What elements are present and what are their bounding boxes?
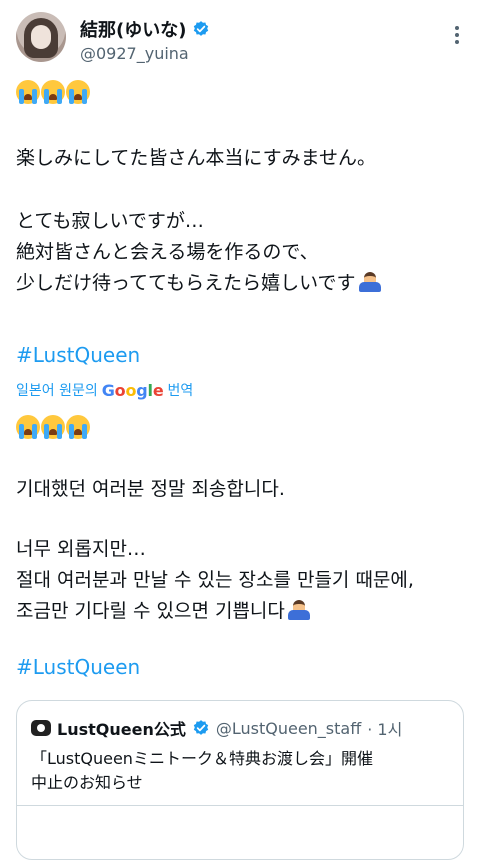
translated-suffix: 번역: [167, 383, 194, 399]
tweet-text-ko-1: 기대했던 여러분 정말 죄송합니다.: [16, 478, 285, 500]
loudly-crying-face-icon: [16, 80, 40, 104]
quoted-display-name[interactable]: LustQueen公式: [57, 716, 186, 740]
hashtag-link[interactable]: #LustQueen: [16, 343, 140, 367]
tweet-body-korean: [16, 415, 464, 439]
loudly-crying-face-icon: [41, 80, 65, 104]
verified-badge-icon: [194, 21, 209, 36]
tweet-body-japanese: [16, 80, 464, 104]
author-handle[interactable]: @0927_yuina: [80, 44, 189, 63]
tweet-text-jp-1: 楽しみにしてた皆さん本当にすみません。: [16, 147, 377, 169]
loudly-crying-face-icon: [41, 415, 65, 439]
hashtag-link[interactable]: #LustQueen: [16, 655, 140, 679]
quoted-avatar-icon: [31, 718, 51, 738]
translation-attribution[interactable]: 일본어 원문의 Google 번역: [16, 380, 193, 400]
person-bowing-icon: [287, 598, 311, 620]
quoted-handle[interactable]: @LustQueen_staff: [216, 719, 361, 738]
loudly-crying-face-icon: [16, 415, 40, 439]
crying-emoji-row: [16, 80, 464, 104]
avatar[interactable]: [16, 12, 66, 62]
translated-prefix: 일본어 원문의: [16, 383, 98, 399]
person-bowing-icon: [358, 270, 382, 292]
quoted-timestamp[interactable]: · 1시: [367, 716, 402, 740]
author-name-row[interactable]: 結那(ゆいな): [80, 16, 210, 42]
quoted-media-divider: [17, 805, 463, 806]
verified-badge-icon: [193, 720, 209, 735]
quoted-tweet-card[interactable]: LustQueen公式 @LustQueen_staff · 1시 「LustQ…: [16, 700, 464, 860]
avatar-face: [31, 25, 51, 49]
tweet-text-jp-2: とても寂しいですが… 絶対皆さんと会える場を作るので、 少しだけ待っててもらえた…: [16, 206, 464, 299]
more-options-icon[interactable]: [454, 26, 460, 44]
quoted-tweet-header: LustQueen公式 @LustQueen_staff · 1시: [31, 716, 402, 740]
quoted-tweet-text: 「LustQueenミニトーク＆特典お渡し会」開催 中止のお知らせ: [31, 749, 373, 792]
google-logo: Google: [101, 380, 164, 400]
display-name[interactable]: 結那(ゆいな): [80, 16, 186, 42]
crying-emoji-row-translated: [16, 415, 464, 439]
tweet-text-ko-2: 너무 외롭지만… 절대 여러분과 만날 수 있는 장소를 만들기 때문에, 조금…: [16, 538, 414, 622]
hashtag-row-ko: #LustQueen: [16, 652, 464, 684]
hashtag-row-jp: #LustQueen: [16, 340, 464, 372]
tweet-header: 結那(ゆいな) @0927_yuina: [16, 12, 468, 68]
loudly-crying-face-icon: [66, 415, 90, 439]
loudly-crying-face-icon: [66, 80, 90, 104]
